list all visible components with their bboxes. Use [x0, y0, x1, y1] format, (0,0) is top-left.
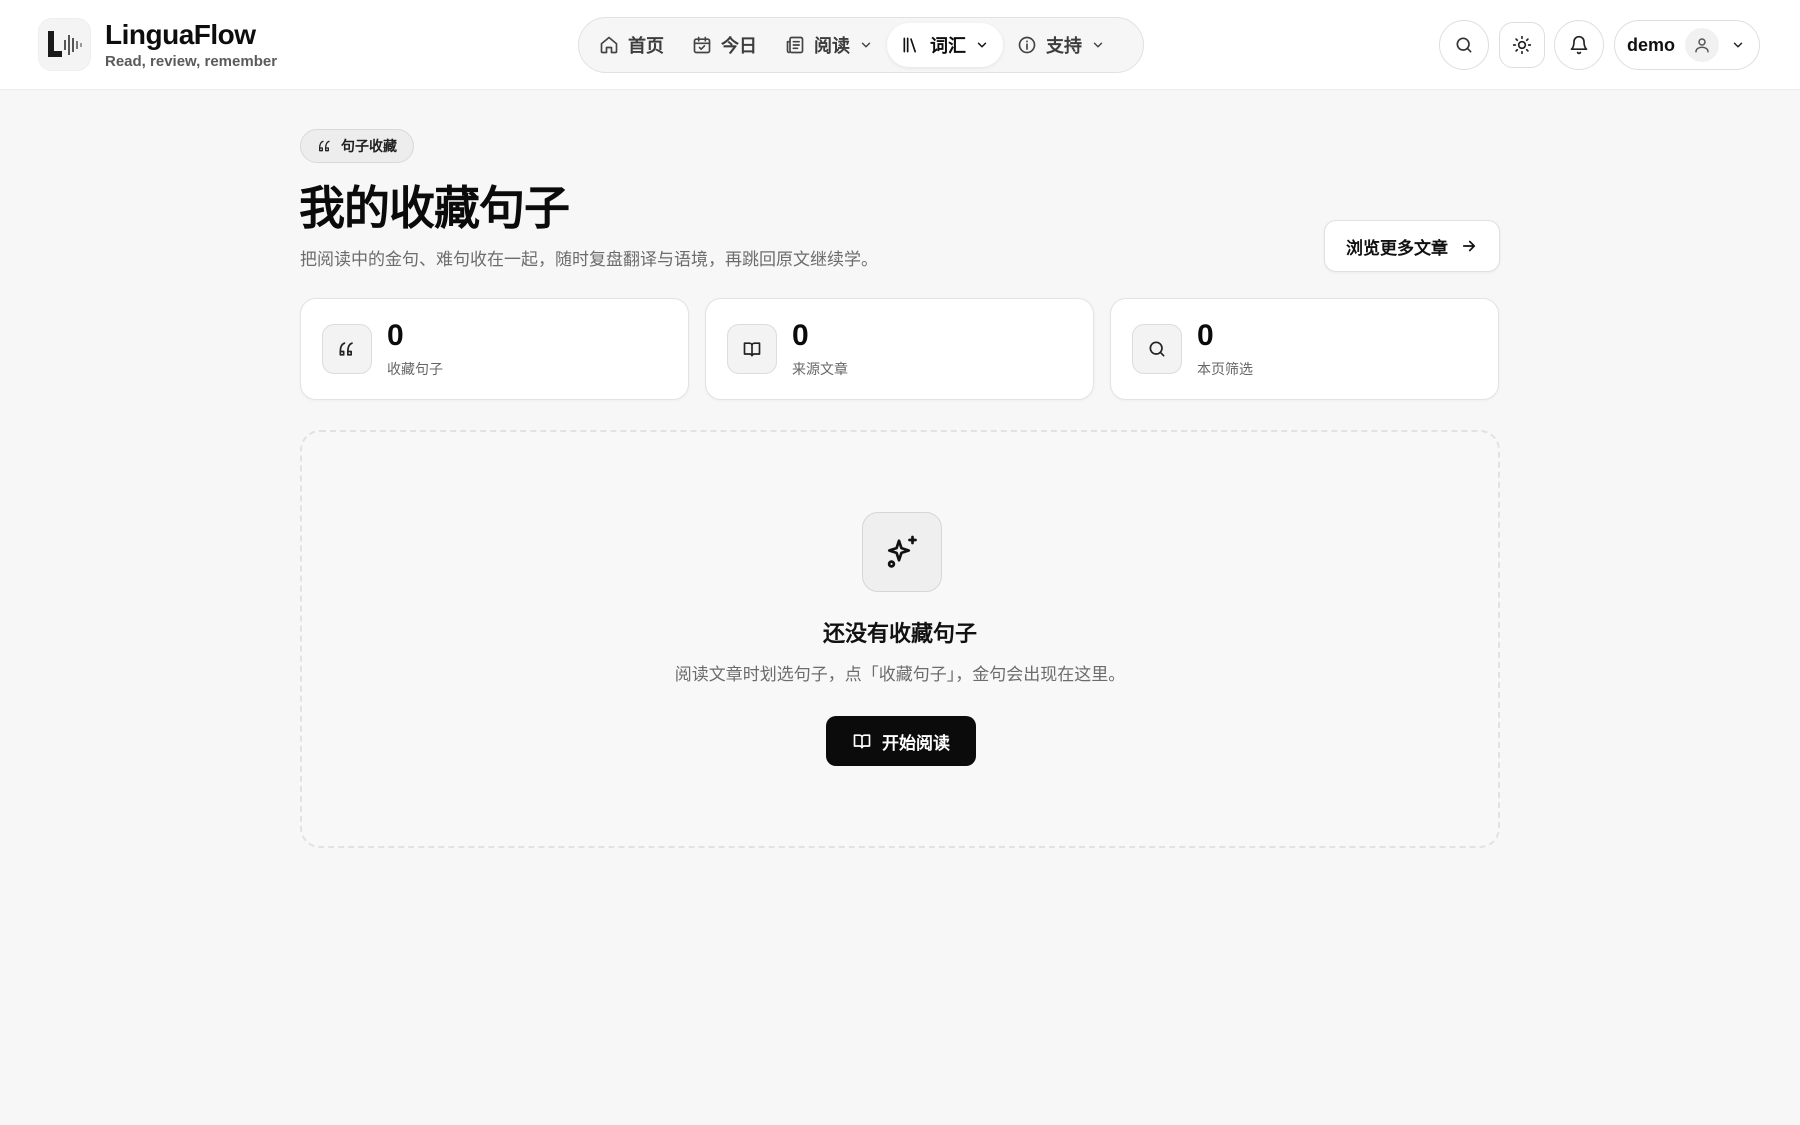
stat-card-page-filter: 0 本页筛选 [1110, 298, 1499, 400]
user-name: demo [1627, 34, 1676, 55]
nav-item-reading[interactable]: 阅读 [771, 23, 887, 67]
chevron-down-icon [1091, 38, 1105, 52]
stat-value: 0 [1197, 319, 1214, 352]
nav-item-vocabulary[interactable]: 词汇 [887, 23, 1003, 67]
chevron-down-icon [1731, 38, 1745, 52]
main-nav: 首页 今日 阅读 词汇 支持 [578, 17, 1144, 73]
stat-value: 0 [792, 319, 809, 352]
user-icon [1685, 28, 1720, 62]
app-tagline: Read, review, remember [105, 53, 278, 70]
nav-item-label: 词汇 [930, 36, 966, 57]
nav-item-label: 支持 [1046, 36, 1082, 57]
app-name: LinguaFlow [105, 19, 256, 50]
nav-item-label: 阅读 [814, 36, 850, 57]
page-subtitle: 把阅读中的金句、难句收在一起，随时复盘翻译与语境，再跳回原文继续学。 [300, 250, 878, 270]
search-icon [1132, 324, 1182, 374]
browse-articles-label: 浏览更多文章 [1346, 238, 1448, 259]
home-icon [599, 35, 619, 55]
book-icon [727, 324, 777, 374]
bell-icon [1569, 35, 1589, 55]
stat-card-saved-sentences: 0 收藏句子 [300, 298, 689, 400]
arrow-right-icon [1460, 237, 1478, 255]
page-title: 我的收藏句子 [299, 181, 570, 235]
sun-icon [1512, 35, 1532, 55]
chevron-down-icon [975, 38, 989, 52]
user-menu-button[interactable]: demo [1614, 20, 1760, 70]
theme-toggle-button[interactable] [1499, 22, 1545, 68]
brand[interactable]: LinguaFlow Read, review, remember [38, 18, 277, 71]
section-badge: 句子收藏 [300, 129, 414, 163]
sparkles-icon [862, 512, 942, 592]
waveform-logo-icon [38, 18, 91, 71]
nav-item-today[interactable]: 今日 [678, 23, 771, 67]
chevron-down-icon [859, 38, 873, 52]
browse-articles-button[interactable]: 浏览更多文章 [1324, 220, 1500, 272]
stat-label: 收藏句子 [387, 362, 443, 378]
section-badge-label: 句子收藏 [341, 139, 397, 155]
search-button[interactable] [1439, 20, 1489, 70]
notifications-button[interactable] [1554, 20, 1604, 70]
nav-item-label: 今日 [721, 36, 757, 57]
empty-state-panel: 还没有收藏句子 阅读文章时划选句子，点「收藏句子」，金句会出现在这里。 开始阅读 [300, 430, 1500, 848]
stat-card-source-articles: 0 来源文章 [705, 298, 1094, 400]
nav-item-support[interactable]: 支持 [1003, 23, 1119, 67]
search-icon [1454, 35, 1474, 55]
quote-icon [322, 324, 372, 374]
nav-item-home[interactable]: 首页 [585, 23, 678, 67]
library-icon [901, 35, 921, 55]
start-reading-label: 开始阅读 [882, 733, 950, 754]
info-icon [1017, 35, 1037, 55]
start-reading-button[interactable]: 开始阅读 [826, 716, 976, 766]
nav-item-label: 首页 [628, 36, 664, 57]
book-icon [852, 731, 872, 751]
empty-state-description: 阅读文章时划选句子，点「收藏句子」，金句会出现在这里。 [674, 665, 1126, 685]
stat-label: 本页筛选 [1197, 362, 1253, 378]
stat-label: 来源文章 [792, 362, 848, 378]
stat-value: 0 [387, 319, 404, 352]
calendar-icon [692, 35, 712, 55]
newspaper-icon [785, 35, 805, 55]
quote-icon [317, 138, 333, 154]
top-navigation-bar: LinguaFlow Read, review, remember 首页 今日 … [0, 0, 1800, 90]
empty-state-title: 还没有收藏句子 [822, 622, 977, 647]
